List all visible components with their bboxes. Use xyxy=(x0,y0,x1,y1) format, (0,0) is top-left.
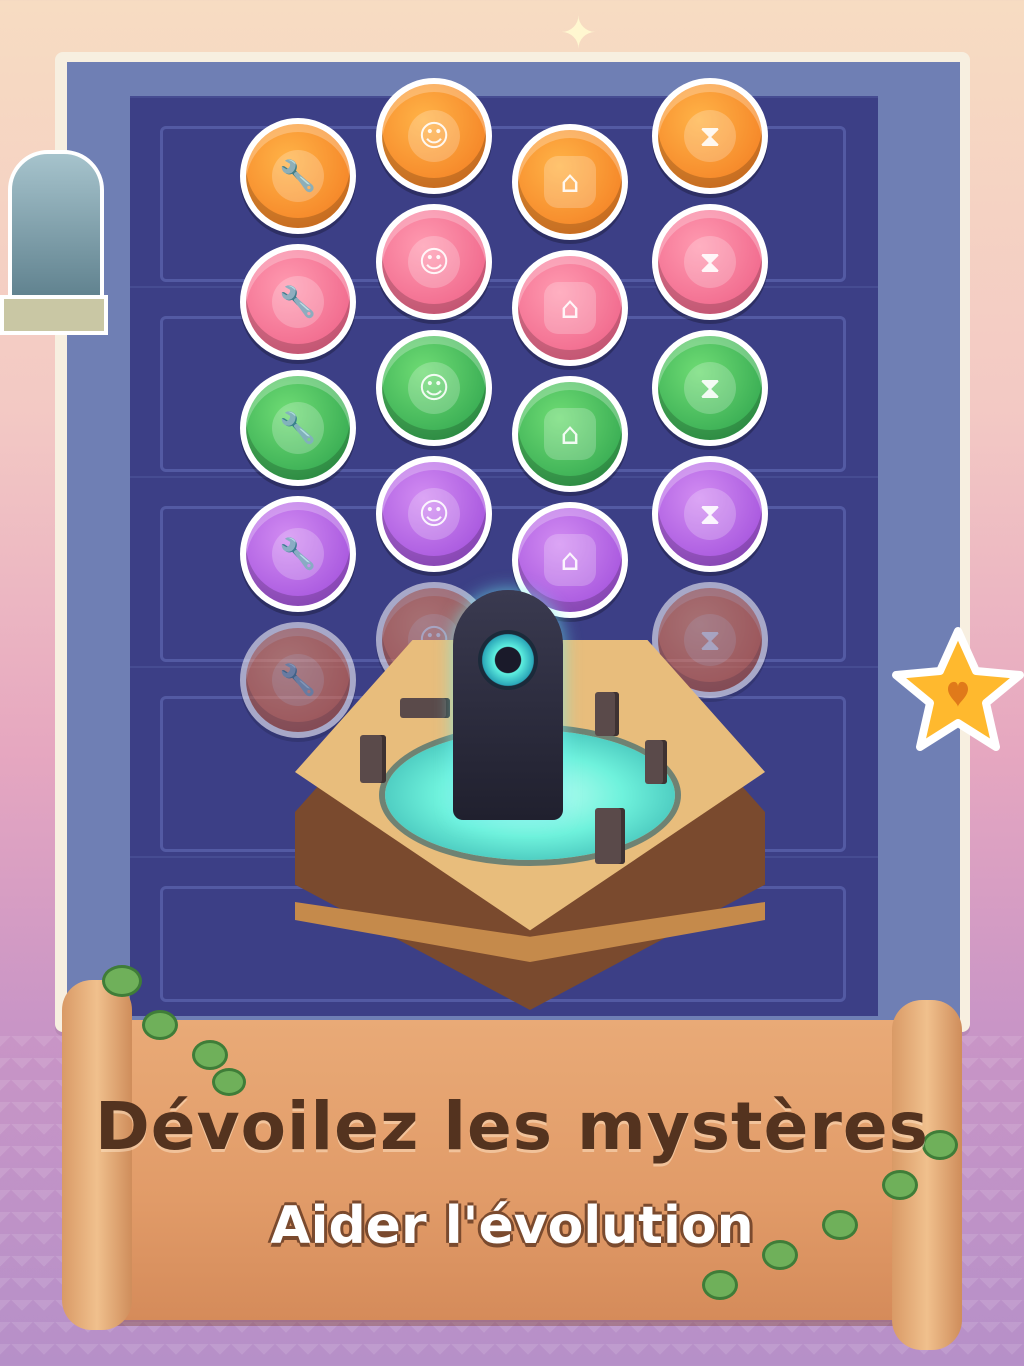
hourglass-icon: ⧗ xyxy=(684,110,736,162)
vine-leaf xyxy=(702,1270,738,1300)
hourglass-icon: ⧗ xyxy=(684,362,736,414)
star-icon[interactable] xyxy=(888,625,1024,755)
wrench-icon: 🔧 xyxy=(272,276,324,328)
wrench-icon: 🔧 xyxy=(272,150,324,202)
merge-token-wrench-orange[interactable]: 🔧 xyxy=(240,118,356,234)
person-icon: ☺ xyxy=(408,488,460,540)
standing-stone xyxy=(645,740,667,784)
statue-icon[interactable] xyxy=(0,150,108,335)
merge-token-person-pink[interactable]: ☺ xyxy=(376,204,492,320)
merge-token-hourglass-orange[interactable]: ⧗ xyxy=(652,78,768,194)
wrench-icon: 🔧 xyxy=(272,402,324,454)
banner-title: Dévoilez les mystères xyxy=(95,1088,929,1165)
merge-token-wrench-pink[interactable]: 🔧 xyxy=(240,244,356,360)
eye-icon xyxy=(478,630,538,690)
house-icon: ⌂ xyxy=(544,534,596,586)
hourglass-icon: ⧗ xyxy=(684,236,736,288)
merge-token-hourglass-pink[interactable]: ⧗ xyxy=(652,204,768,320)
person-icon: ☺ xyxy=(408,236,460,288)
person-icon: ☺ xyxy=(408,110,460,162)
merge-token-house-pink[interactable]: ⌂ xyxy=(512,250,628,366)
banner-subtitle: Aider l'évolution xyxy=(270,1196,754,1256)
standing-stone xyxy=(400,698,450,718)
hex-platform xyxy=(295,590,765,1010)
vine-leaf xyxy=(142,1010,178,1040)
house-icon: ⌂ xyxy=(544,282,596,334)
house-icon: ⌂ xyxy=(544,156,596,208)
house-icon: ⌂ xyxy=(544,408,596,460)
merge-token-house-green[interactable]: ⌂ xyxy=(512,376,628,492)
merge-token-hourglass-green[interactable]: ⧗ xyxy=(652,330,768,446)
hourglass-icon: ⧗ xyxy=(684,488,736,540)
merge-token-person-green[interactable]: ☺ xyxy=(376,330,492,446)
merge-token-wrench-green[interactable]: 🔧 xyxy=(240,370,356,486)
standing-stone xyxy=(595,808,625,864)
vine-leaf xyxy=(192,1040,228,1070)
merge-token-person-purple[interactable]: ☺ xyxy=(376,456,492,572)
merge-token-hourglass-purple[interactable]: ⧗ xyxy=(652,456,768,572)
standing-stone xyxy=(595,692,619,736)
merge-token-wrench-purple[interactable]: 🔧 xyxy=(240,496,356,612)
merge-token-house-orange[interactable]: ⌂ xyxy=(512,124,628,240)
title-scroll-banner xyxy=(62,965,962,1350)
merge-token-person-orange[interactable]: ☺ xyxy=(376,78,492,194)
person-icon: ☺ xyxy=(408,362,460,414)
standing-stone xyxy=(360,735,386,783)
wrench-icon: 🔧 xyxy=(272,528,324,580)
vine-leaf xyxy=(102,965,142,997)
eye-monolith[interactable] xyxy=(453,590,563,820)
